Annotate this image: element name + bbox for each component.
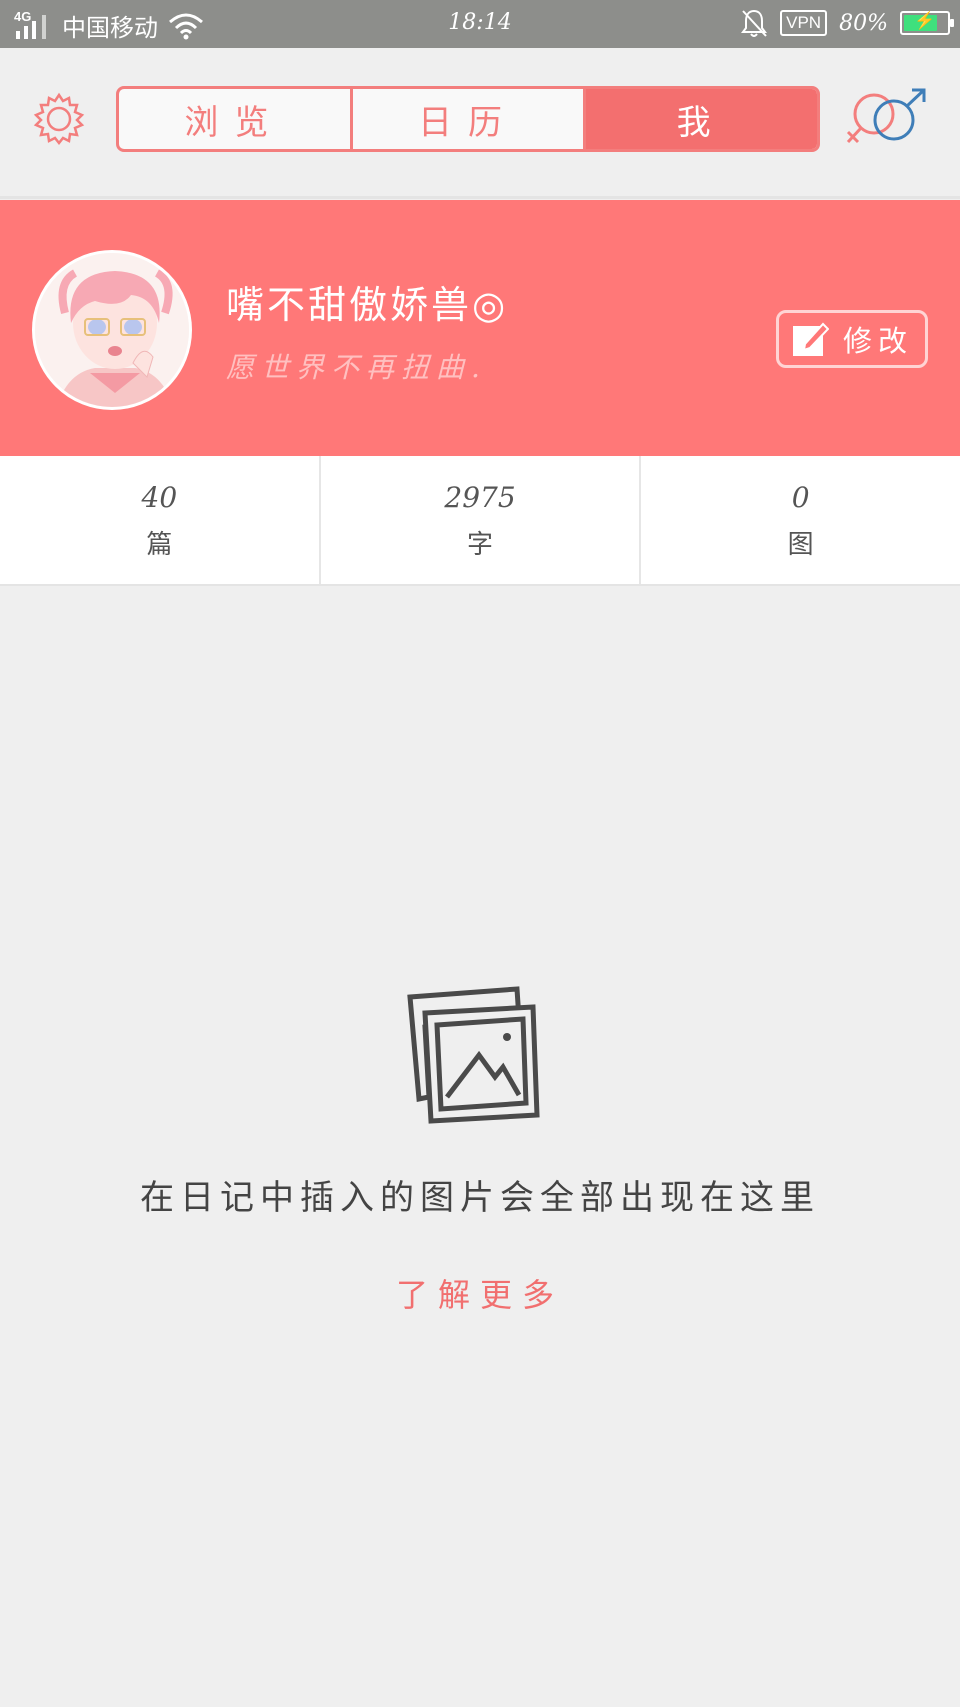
- stat-words[interactable]: 2975 字: [318, 456, 640, 586]
- stat-label: 篇: [146, 530, 173, 560]
- tab-me[interactable]: 我: [583, 89, 817, 149]
- main-tabs: 浏览 日历 我: [116, 86, 820, 152]
- stat-label: 字: [467, 530, 494, 560]
- charging-icon: ⚡: [914, 11, 936, 31]
- stat-label: 图: [787, 530, 814, 560]
- gear-icon[interactable]: [32, 92, 86, 146]
- stat-images[interactable]: 0 图: [639, 456, 960, 586]
- status-bar: 4G 中国移动 18:14 VPN 80% ⚡: [0, 0, 960, 48]
- stats-divider: [0, 584, 960, 586]
- app-header: 浏览 日历 我: [0, 48, 960, 198]
- tab-calendar[interactable]: 日历: [349, 89, 584, 149]
- tab-browse[interactable]: 浏览: [119, 89, 350, 149]
- profile-nickname: 嘴不甜傲娇兽◎: [226, 283, 509, 327]
- stat-value: 2975: [444, 481, 516, 514]
- battery-percent: 80%: [839, 10, 888, 36]
- edit-profile-button[interactable]: 修改: [776, 310, 928, 368]
- profile-banner: 嘴不甜傲娇兽◎ 愿世界不再扭曲. 修改: [0, 200, 960, 456]
- vpn-badge: VPN: [780, 10, 828, 36]
- stat-posts[interactable]: 40 篇: [0, 456, 319, 586]
- edit-profile-label: 修改: [842, 324, 913, 358]
- stat-value: 0: [791, 481, 810, 514]
- avatar-illustration: [35, 253, 189, 407]
- photos-icon: [407, 986, 540, 1124]
- battery-icon: ⚡: [900, 11, 954, 35]
- edit-icon: [792, 322, 829, 356]
- learn-more-link[interactable]: 了解更多: [0, 1270, 960, 1316]
- gender-icon[interactable]: [844, 88, 928, 154]
- avatar[interactable]: [32, 250, 192, 410]
- mute-bell-icon: [741, 9, 768, 37]
- stat-value: 40: [141, 481, 178, 514]
- status-right: VPN 80% ⚡: [740, 8, 954, 38]
- stats-row: 40 篇 2975 字 0 图: [0, 456, 960, 586]
- header-divider: [0, 196, 960, 199]
- empty-state-message: 在日记中插入的图片会全部出现在这里: [140, 1178, 820, 1218]
- profile-motto: 愿世界不再扭曲.: [226, 351, 487, 384]
